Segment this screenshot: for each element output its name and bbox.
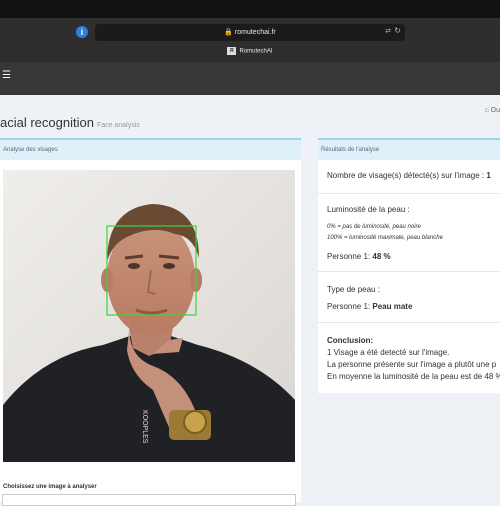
luminosity-value: 48 % <box>372 252 391 261</box>
site-logo-icon: R <box>227 47 237 55</box>
faces-count-value: 1 <box>486 171 491 180</box>
luminosity-row: Personne 1: 48 % <box>327 252 391 261</box>
conclusion-title: Conclusion: <box>327 336 374 345</box>
conclusion-line: 1 Visage a été detecté sur l'image. <box>327 348 450 357</box>
faces-count-label: Nombre de visage(s) détecté(s) sur l'ima… <box>327 171 485 180</box>
shirt-brand-text: KOOPLES <box>141 410 148 444</box>
analyzed-photo: KOOPLES <box>3 170 295 462</box>
conclusion-line: La personne présente sur l'image a plutô… <box>327 360 497 369</box>
tab-romutechai[interactable]: R RomutechAI <box>0 47 500 55</box>
address-bar[interactable]: 🔒 romutechai.fr ⇄ ↻ <box>95 24 405 41</box>
skin-type-value: Peau mate <box>372 302 413 311</box>
browser-chrome: i 🔒 romutechai.fr ⇄ ↻ R RomutechAI <box>0 0 500 62</box>
skin-type-row: Personne 1: Peau mate <box>327 302 412 311</box>
status-strip <box>0 0 500 18</box>
image-file-input[interactable] <box>2 494 296 506</box>
panel-header: Analyse des visages <box>0 140 301 160</box>
skin-type-title: Type de peau : <box>327 285 380 294</box>
app-navbar: ☰ <box>0 62 500 95</box>
hamburger-menu-icon[interactable]: ☰ <box>2 70 11 81</box>
divider <box>318 193 500 194</box>
divider <box>318 271 500 272</box>
results-panel: Résultats de l'analyse Nombre de visage(… <box>318 138 500 393</box>
face-analysis-panel: Analyse des visages KOOPLES Choisissez u… <box>0 138 301 506</box>
lock-icon: 🔒 <box>224 29 235 36</box>
conclusion-line: En moyenne la luminosité de la peau est … <box>327 372 500 381</box>
divider <box>318 322 500 323</box>
breadcrumb-text: Ou <box>490 107 500 114</box>
page-subtitle: Face analysis <box>96 122 140 129</box>
choose-image-label: Choisissez une image à analyser <box>3 484 97 490</box>
page-title: acial recognition Face analysis <box>0 115 140 130</box>
translate-icon[interactable]: ⇄ <box>385 27 391 35</box>
luminosity-person-label: Personne 1: <box>327 252 371 261</box>
breadcrumb[interactable]: ⌂ Ou <box>484 107 500 114</box>
reload-icon[interactable]: ↻ <box>394 26 401 35</box>
faces-count-row: Nombre de visage(s) détecté(s) sur l'ima… <box>327 171 491 180</box>
luminosity-note-low: 0% = pas de luminosité, peau noire <box>327 224 421 230</box>
luminosity-note-high: 100% = luminosité maximale, peau blanche <box>327 235 443 241</box>
info-icon[interactable]: i <box>76 26 88 38</box>
page-title-text: acial recognition <box>0 115 94 130</box>
panel-header: Résultats de l'analyse <box>318 140 500 160</box>
tab-title: RomutechAI <box>239 48 273 55</box>
url-text: romutechai.fr <box>234 29 276 36</box>
skin-type-person-label: Personne 1: <box>327 302 371 311</box>
luminosity-title: Luminosité de la peau : <box>327 205 410 214</box>
